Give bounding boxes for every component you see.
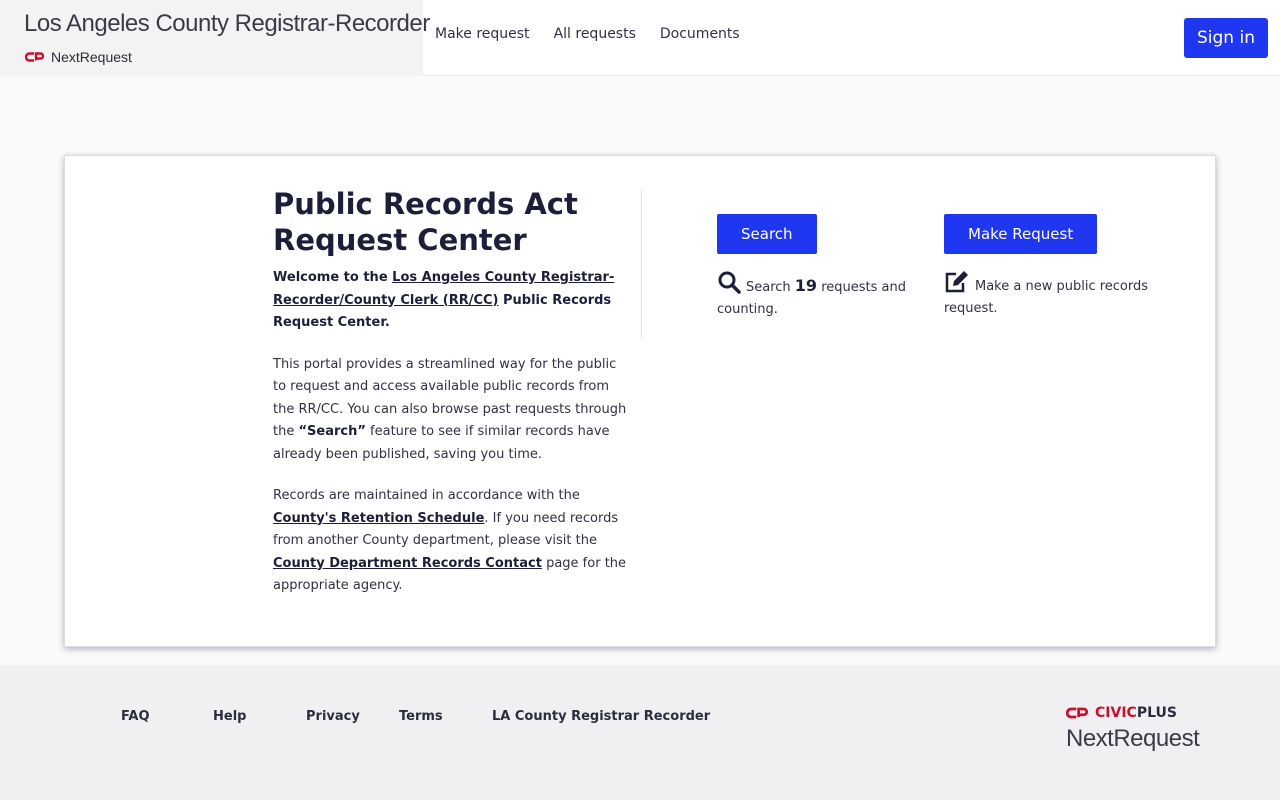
nextrequest-brand: NextRequest <box>25 49 132 65</box>
search-desc-pre: Search <box>746 280 795 295</box>
civicplus-logo-icon <box>1066 707 1089 719</box>
request-count: 19 <box>794 276 818 295</box>
intro-section: Public Records Act Request Center Welcom… <box>273 186 633 598</box>
footer-help-link[interactable]: Help <box>213 709 246 724</box>
agency-title[interactable]: Los Angeles County Registrar-Recorder <box>24 10 430 38</box>
make-request-description: Make a new public records request. <box>944 270 1174 320</box>
make-request-action: Make Request Make a new public records r… <box>944 214 1174 320</box>
footer: FAQ Help Privacy Terms LA County Registr… <box>0 665 1280 800</box>
retention-schedule-link[interactable]: County's Retention Schedule <box>273 511 484 526</box>
make-request-button[interactable]: Make Request <box>944 214 1098 254</box>
records-note: Records are maintained in accordance wit… <box>273 485 633 598</box>
footer-registrar-link[interactable]: LA County Registrar Recorder <box>492 709 710 724</box>
search-action: Search Search 19 requests and counting. <box>717 214 907 321</box>
welcome-card: Public Records Act Request Center Welcom… <box>64 155 1216 647</box>
top-navbar: Los Angeles County Registrar-Recorder Ne… <box>0 0 1280 76</box>
plus-word: PLUS <box>1136 705 1177 721</box>
p2-pre: Records are maintained in accordance wit… <box>273 488 580 503</box>
footer-terms-link[interactable]: Terms <box>399 709 443 724</box>
records-contact-link[interactable]: County Department Records Contact <box>273 556 542 571</box>
search-button[interactable]: Search <box>717 214 817 254</box>
footer-faq-link[interactable]: FAQ <box>121 709 150 724</box>
search-icon <box>718 271 741 294</box>
nav-all-requests[interactable]: All requests <box>554 26 636 42</box>
welcome-text: Welcome to the Los Angeles County Regist… <box>273 267 633 335</box>
footer-privacy-link[interactable]: Privacy <box>306 709 360 724</box>
civicplus-nextrequest-logo: CIVICPLUS NextRequest <box>1066 705 1200 753</box>
search-emphasis: “Search” <box>298 424 366 439</box>
edit-icon <box>945 271 968 293</box>
brand-block[interactable]: Los Angeles County Registrar-Recorder Ne… <box>0 0 430 76</box>
nav-documents[interactable]: Documents <box>660 26 740 42</box>
civicplus-brand: CIVICPLUS <box>1066 705 1199 721</box>
page-title: Public Records Act Request Center <box>273 187 578 257</box>
civicplus-label: CIVICPLUS <box>1095 705 1177 721</box>
welcome-pre: Welcome to the <box>273 270 393 285</box>
portal-description: This portal provides a streamlined way f… <box>273 354 633 467</box>
nextrequest-label: NextRequest <box>51 49 132 65</box>
make-request-text: Make a new public records request. <box>944 279 1149 316</box>
main-nav: Make request All requests Documents <box>435 26 740 42</box>
sign-in-button[interactable]: Sign in <box>1184 18 1268 58</box>
search-description: Search 19 requests and counting. <box>717 270 907 321</box>
section-divider <box>641 188 642 340</box>
civicplus-logo-icon <box>25 52 45 62</box>
nextrequest-wordmark: NextRequest <box>1066 725 1200 752</box>
nav-make-request[interactable]: Make request <box>435 26 530 42</box>
civic-word: CIVIC <box>1095 705 1137 721</box>
